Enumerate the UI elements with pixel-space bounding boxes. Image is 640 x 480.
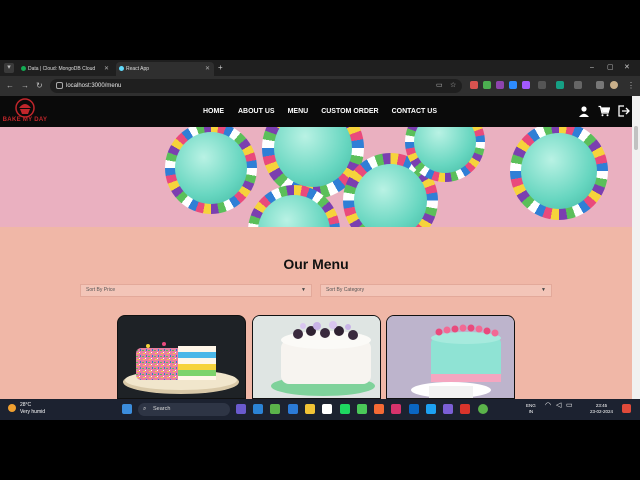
cast-icon[interactable]: ▭ — [436, 79, 443, 93]
instagram-icon[interactable] — [391, 404, 401, 414]
main-navigation: HOME ABOUT US MENU CUSTOM ORDER CONTACT … — [203, 96, 437, 127]
browser-menu-icon[interactable]: ⋮ — [627, 81, 635, 91]
extensions-puzzle-icon[interactable] — [574, 81, 582, 89]
browser-tab-strip: ▾ Data | Cloud: MongoDB Cloud ✕ React Ap… — [0, 60, 640, 76]
extension-icon[interactable] — [483, 81, 491, 89]
nav-link-contact-us[interactable]: CONTACT US — [392, 96, 437, 127]
menu-card-mint-cake[interactable] — [386, 315, 515, 399]
cupcake-image — [510, 127, 608, 220]
wifi-icon[interactable]: ◠ — [545, 402, 551, 409]
mongodb-favicon-icon — [21, 66, 26, 71]
taskbar-search-box[interactable]: ⌕ Search — [138, 403, 230, 416]
clock-date: 23-02-2024 — [590, 409, 614, 414]
windows-start-icon[interactable] — [122, 404, 132, 414]
chrome-active-icon[interactable] — [478, 404, 488, 414]
cupcake-logo-icon — [15, 98, 35, 118]
vscode-icon[interactable] — [288, 404, 298, 414]
tab-react-app[interactable]: React App ✕ — [116, 62, 214, 76]
sort-price-placeholder: Sort By Price — [86, 287, 116, 293]
dropdown-arrow-icon: ▼ — [301, 287, 306, 293]
address-bar[interactable]: localhost:3000/menu ▭ ☆ — [50, 79, 462, 93]
dropdown-arrow-icon: ▼ — [541, 287, 546, 293]
back-icon[interactable]: ← — [6, 81, 14, 91]
reload-icon[interactable]: ↻ — [36, 81, 43, 91]
brave-icon[interactable] — [374, 404, 384, 414]
extension-icon[interactable] — [470, 81, 478, 89]
file-explorer-icon[interactable] — [305, 404, 315, 414]
mint-raspberry-cake-image — [387, 316, 514, 398]
notifications-icon[interactable] — [622, 404, 631, 413]
hero-cupcakes-banner — [0, 127, 632, 227]
copilot-icon[interactable] — [236, 404, 246, 414]
app-icon[interactable] — [460, 404, 470, 414]
sort-category-placeholder: Sort By Category — [326, 287, 365, 293]
maximize-button[interactable]: ▢ — [607, 62, 614, 74]
scrollbar-thumb[interactable] — [634, 126, 638, 150]
search-icon: ⌕ — [143, 406, 147, 412]
extension-icon[interactable] — [522, 81, 530, 89]
bookmark-star-icon[interactable]: ☆ — [450, 79, 456, 93]
bake-my-day-logo[interactable]: BAKE MY DAY — [2, 98, 48, 126]
nav-link-about-us[interactable]: ABOUT US — [238, 96, 275, 127]
battery-icon[interactable]: ▭ — [566, 402, 573, 409]
close-window-button[interactable]: ✕ — [624, 62, 630, 74]
tab-close-icon[interactable]: ✕ — [205, 62, 210, 76]
sort-by-category-select[interactable]: Sort By Category ▼ — [320, 284, 552, 297]
user-icon[interactable] — [578, 105, 590, 117]
page-scrollbar[interactable] — [632, 96, 640, 399]
logout-icon[interactable] — [618, 105, 630, 117]
menu-title: Our Menu — [283, 256, 349, 272]
side-panel-icon[interactable] — [596, 81, 604, 89]
edge-icon[interactable] — [253, 404, 263, 414]
site-navbar: BAKE MY DAY HOME ABOUT US MENU CUSTOM OR… — [0, 96, 632, 127]
language-indicator[interactable]: ENG IN — [526, 403, 536, 415]
windows-taskbar: 28°C Very humid ⌕ Search ENG IN ◠ ◁ ▭ 23… — [0, 399, 640, 420]
spotify-icon[interactable] — [340, 404, 350, 414]
site-info-icon[interactable] — [56, 82, 63, 89]
chrome-icon[interactable] — [270, 404, 280, 414]
sort-by-price-select[interactable]: Sort By Price ▼ — [80, 284, 312, 297]
tab-title: Data | Cloud: MongoDB Cloud — [28, 66, 96, 72]
rainbow-sprinkle-cake-image — [123, 342, 239, 394]
blackberry-cream-cake-image — [253, 316, 380, 398]
nav-link-home[interactable]: HOME — [203, 96, 224, 127]
forward-icon[interactable]: → — [21, 81, 29, 91]
tab-mongodb[interactable]: Data | Cloud: MongoDB Cloud ✕ — [18, 62, 113, 76]
browser-toolbar: ← → ↻ localhost:3000/menu ▭ ☆ ⋮ — [0, 76, 640, 96]
tab-close-icon[interactable]: ✕ — [104, 62, 109, 76]
minimize-button[interactable]: – — [590, 62, 594, 74]
weather-icon — [8, 404, 16, 412]
whatsapp-icon[interactable] — [357, 404, 367, 414]
web-page: BAKE MY DAY HOME ABOUT US MENU CUSTOM OR… — [0, 96, 632, 399]
logo-text: BAKE MY DAY — [2, 117, 48, 123]
url-text[interactable]: localhost:3000/menu — [66, 79, 121, 93]
app-icon[interactable] — [443, 404, 453, 414]
profile-avatar-icon[interactable] — [610, 81, 618, 89]
react-favicon-icon — [119, 66, 124, 71]
calendar-icon[interactable] — [322, 404, 332, 414]
weather-temp: 28°C — [20, 402, 32, 408]
cart-icon[interactable] — [598, 105, 610, 117]
menu-card-blackberry-cake[interactable] — [252, 315, 381, 399]
tab-title: React App — [126, 66, 150, 72]
taskbar-search-label: Search — [153, 406, 171, 412]
weather-desc: Very humid — [20, 409, 46, 415]
linkedin-icon[interactable] — [409, 404, 419, 414]
new-tab-button[interactable]: + — [218, 62, 223, 74]
cupcake-image — [165, 127, 257, 214]
extension-icon[interactable] — [496, 81, 504, 89]
extension-icon[interactable] — [509, 81, 517, 89]
nav-link-menu[interactable]: MENU — [288, 96, 309, 127]
lang-region: IN — [528, 409, 534, 414]
nav-link-custom-order[interactable]: CUSTOM ORDER — [321, 96, 378, 127]
tab-search-button[interactable]: ▾ — [4, 63, 14, 73]
extension-icon[interactable] — [556, 81, 564, 89]
twitter-icon[interactable] — [426, 404, 436, 414]
screen: ▾ Data | Cloud: MongoDB Cloud ✕ React Ap… — [0, 0, 640, 480]
system-clock[interactable]: 23:45 23-02-2024 — [590, 403, 613, 415]
extension-icon[interactable] — [538, 81, 546, 89]
menu-card-rainbow-cake[interactable] — [117, 315, 246, 399]
volume-icon[interactable]: ◁ — [556, 402, 561, 409]
